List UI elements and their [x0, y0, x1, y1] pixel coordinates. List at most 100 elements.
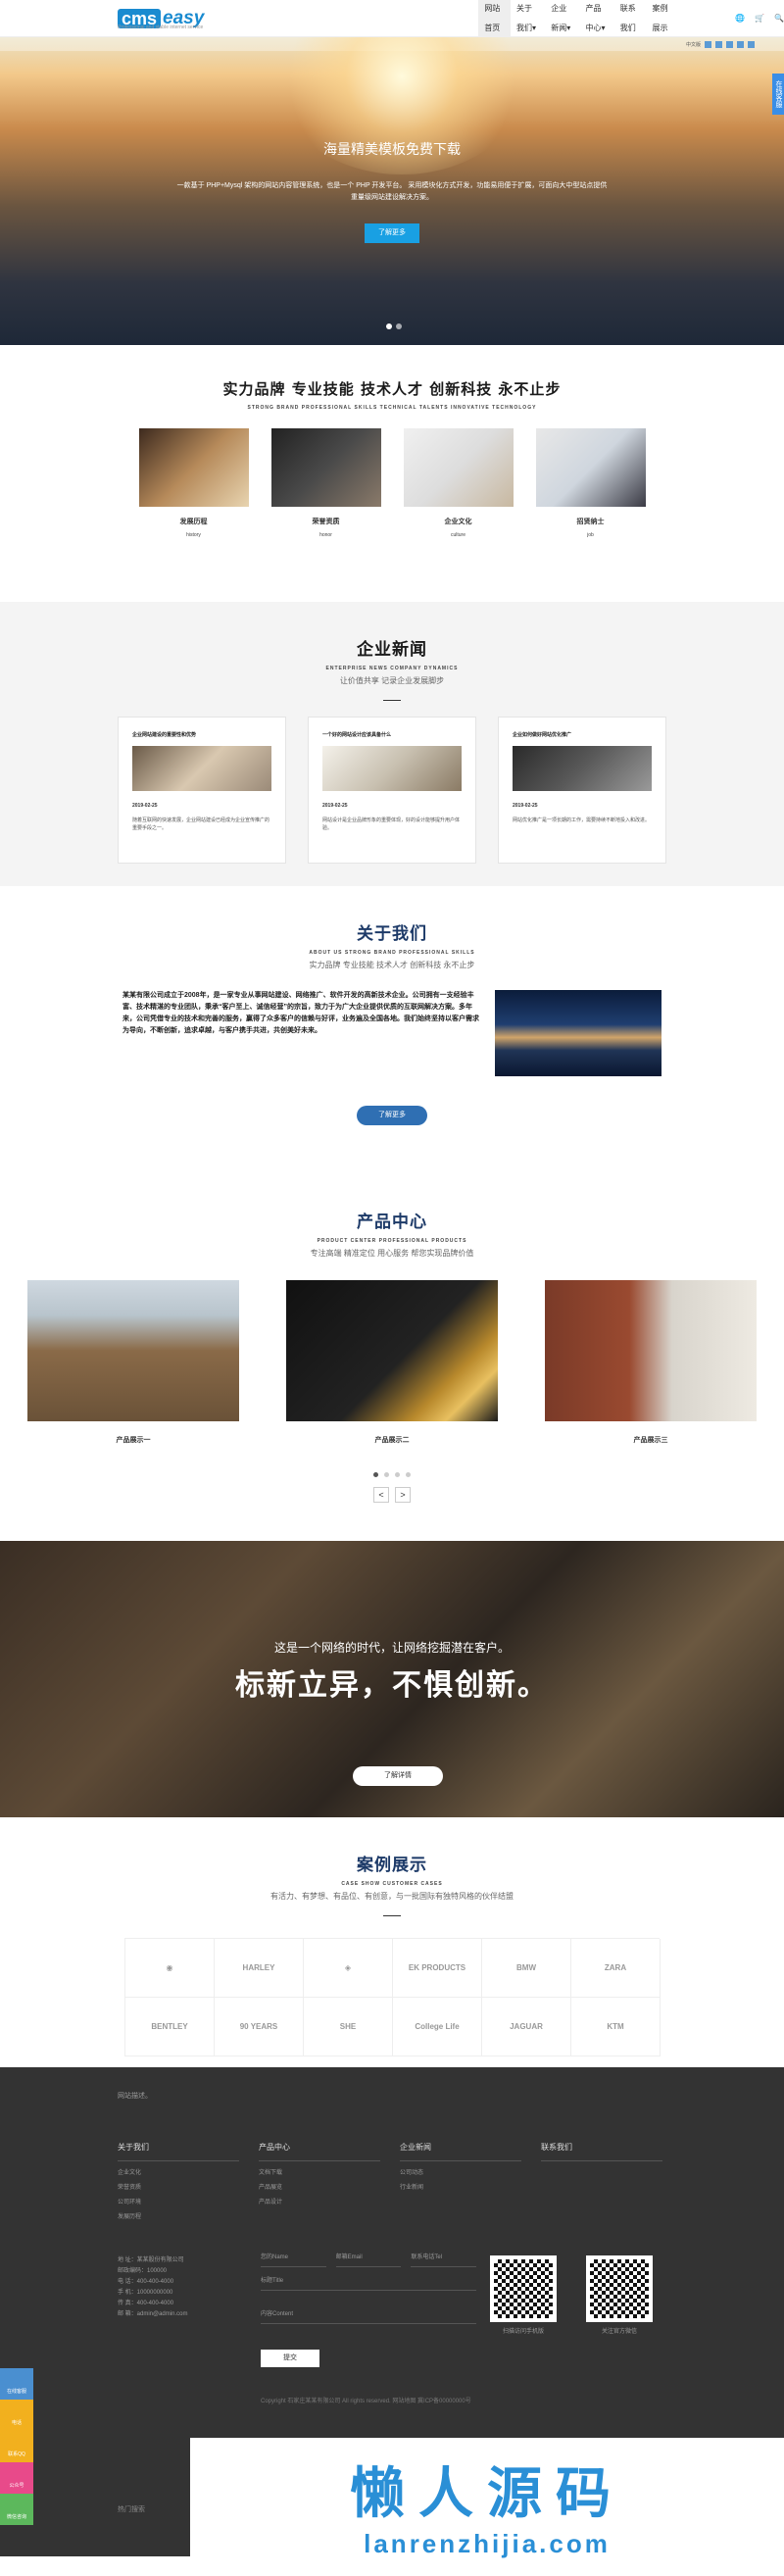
product-card[interactable]: 产品展示二	[286, 1280, 498, 1445]
footer-col-title[interactable]: 企业新闻	[400, 2142, 521, 2161]
footer-link[interactable]: 公司动态	[400, 2167, 521, 2176]
hero-more-button[interactable]: 了解更多	[365, 223, 419, 243]
public-tab[interactable]: 公众号	[0, 2462, 33, 2494]
section-title: 关于我们	[357, 924, 427, 944]
section-sub: 专注高端 精准定位 用心服务 帮您实现品牌价值	[310, 1249, 474, 1258]
card-en: history	[186, 532, 201, 538]
news-title: 一个好的网站设计应该具备什么	[322, 732, 392, 738]
case-logo[interactable]: College Life	[393, 1998, 482, 2056]
content-field[interactable]: 内容Content	[261, 2291, 476, 2324]
case-logo[interactable]: ◉	[125, 1939, 215, 1998]
title-field[interactable]: 标题Title	[261, 2267, 476, 2291]
card-culture[interactable]: 企业文化 culture	[403, 428, 514, 538]
footer-link[interactable]: 文档下载	[259, 2167, 380, 2176]
cases-section: 案例展示 CASE SHOW CUSTOMER CASES 有活力、有梦想、有品…	[0, 1817, 784, 2067]
search-icon[interactable]: 🔍	[774, 14, 784, 23]
phone-tab[interactable]: 电话	[0, 2400, 33, 2431]
card-title: 招贤纳士	[576, 519, 605, 525]
section-en: ENTERPRISE NEWS COMPANY DYNAMICS	[325, 666, 459, 671]
footer-col: 企业新闻公司动态行业新闻	[400, 2142, 521, 2220]
section-en: ABOUT US STRONG BRAND PROFESSIONAL SKILL…	[309, 950, 475, 956]
product-card[interactable]: 产品展示三	[545, 1280, 757, 1445]
footer-link[interactable]: 行业新闻	[400, 2182, 521, 2191]
section-title: 企业新闻	[357, 640, 427, 660]
prev-arrow[interactable]: <	[373, 1487, 389, 1503]
case-logo[interactable]: ◈	[304, 1939, 393, 1998]
case-logos: ◉ HARLEY ◈ EK PRODUCTS BMW ZARA BENTLEY …	[124, 1938, 661, 2056]
news-card[interactable]: 一个好的网站设计应该具备什么 2019-02-25 网站设计是企业品牌形象的重要体现…	[308, 717, 476, 864]
card-history[interactable]: 发展历程 history	[138, 428, 249, 538]
card-en: honor	[319, 532, 332, 538]
globe-icon[interactable]: 🌐	[735, 14, 745, 23]
news-excerpt: 随着互联网的快速发展，企业网站建设已经成为企业宣传推广的重要手段之一。	[132, 817, 270, 831]
slide-dot[interactable]	[396, 323, 402, 329]
section-sub: 让价值共享 记录企业发展脚步	[339, 676, 445, 685]
section-title: 产品中心	[357, 1213, 427, 1232]
qr-caption: 关注官方微信	[601, 2329, 637, 2335]
footer-link[interactable]: 荣誉资质	[118, 2182, 239, 2191]
language-label[interactable]: 中文版	[686, 41, 701, 48]
case-logo[interactable]: BMW	[482, 1939, 571, 1998]
qq-tab[interactable]: 联系QQ	[0, 2431, 33, 2462]
case-logo[interactable]: KTM	[571, 1998, 661, 2056]
footer-link[interactable]: 企业文化	[118, 2167, 239, 2176]
banner-detail-button[interactable]: 了解详情	[353, 1766, 443, 1786]
news-section: 企业新闻 ENTERPRISE NEWS COMPANY DYNAMICS 让价…	[0, 602, 784, 886]
hot-search[interactable]: 热门搜索	[118, 2504, 145, 2514]
contact-line: 邮政编码：100000	[118, 2268, 168, 2274]
cart-icon[interactable]: 🛒	[755, 14, 764, 23]
online-service-tab[interactable]: 在线客服	[772, 74, 784, 115]
product-title: 产品展示三	[633, 1437, 668, 1444]
footer-link[interactable]: 产品展览	[259, 2182, 380, 2191]
menu-home[interactable]: 网站首页	[478, 0, 511, 38]
hero-desc: 一款基于 PHP+Mysql 架构的网站内容管理系统，也是一个 PHP 开发平台…	[176, 182, 608, 201]
footer-col-title[interactable]: 联系我们	[541, 2142, 662, 2161]
about-section: 关于我们 ABOUT US STRONG BRAND PROFESSIONAL …	[0, 886, 784, 1186]
news-date: 2019-02-25	[322, 803, 348, 809]
menu-cases[interactable]: 案例展示	[646, 0, 678, 38]
about-more-button[interactable]: 了解更多	[357, 1106, 427, 1125]
brand-section: 实力品牌 专业技能 技术人才 创新科技 永不止步 STRONG BRAND PR…	[0, 345, 784, 602]
footer-link[interactable]: 发展历程	[118, 2211, 239, 2220]
next-arrow[interactable]: >	[395, 1487, 411, 1503]
section-en: STRONG BRAND PROFESSIONAL SKILLS TECHNIC…	[247, 405, 537, 411]
footer-link[interactable]: 公司环境	[118, 2197, 239, 2205]
name-field[interactable]: 您的Name	[261, 2252, 326, 2267]
card-honor[interactable]: 荣誉资质 honor	[270, 428, 381, 538]
footer-col-title[interactable]: 关于我们	[118, 2142, 239, 2161]
brand-cn: 懒人源码	[350, 2462, 624, 2524]
product-card[interactable]: 产品展示一	[27, 1280, 239, 1445]
service-tab[interactable]: 在线客服	[0, 2368, 33, 2400]
wechat-tab[interactable]: 微信咨询	[0, 2494, 33, 2525]
card-title: 企业文化	[444, 519, 472, 525]
case-logo[interactable]: JAGUAR	[482, 1998, 571, 2056]
email-field[interactable]: 邮箱Email	[335, 2252, 402, 2267]
menu-news[interactable]: 企业新闻▾	[545, 0, 579, 38]
case-logo[interactable]: BENTLEY	[125, 1998, 215, 2056]
section-sub: 实力品牌 专业技能 技术人才 创新科技 永不止步	[309, 961, 475, 969]
tel-field[interactable]: 联系电话Tel	[411, 2252, 477, 2267]
case-logo[interactable]: EK PRODUCTS	[393, 1939, 482, 1998]
case-logo[interactable]: ZARA	[571, 1939, 661, 1998]
nav-icons: 🌐 🛒 🔍	[735, 14, 784, 23]
slide-dot[interactable]	[386, 323, 392, 329]
menu-contact[interactable]: 联系我们	[614, 0, 647, 38]
main-menu: 网站首页 关于我们▾ 企业新闻▾ 产品中心▾ 联系我们 案例展示	[478, 0, 678, 38]
news-card[interactable]: 企业如何做好网站优化推广 2019-02-25 网站优化推广是一项长期的工作，需要持…	[498, 717, 666, 864]
news-excerpt: 网站设计是企业品牌形象的重要体现，好的设计能够提升用户体验。	[322, 817, 461, 831]
menu-about[interactable]: 关于我们▾	[511, 0, 545, 38]
case-logo[interactable]: HARLEY	[215, 1939, 304, 1998]
menu-products[interactable]: 产品中心▾	[580, 0, 614, 38]
products-section: 产品中心 PRODUCT CENTER PROFESSIONAL PRODUCT…	[0, 1186, 784, 1541]
contact-line: 电 话：400-400-4000	[118, 2279, 174, 2285]
card-job[interactable]: 招贤纳士 job	[535, 428, 646, 538]
news-title: 企业网站建设的重要性和优势	[132, 732, 197, 738]
case-logo[interactable]: 90 YEARS	[215, 1998, 304, 2056]
case-logo[interactable]: SHE	[304, 1998, 393, 2056]
qr-mobile: 扫描访问手机版	[490, 2255, 557, 2335]
footer-col-title[interactable]: 产品中心	[259, 2142, 380, 2161]
news-card[interactable]: 企业网站建设的重要性和优势 2019-02-25 随着互联网的快速发展，企业网站建设…	[118, 717, 286, 864]
submit-button[interactable]: 提交	[261, 2350, 319, 2367]
footer-link[interactable]: 产品设计	[259, 2197, 380, 2205]
news-date: 2019-02-25	[132, 803, 158, 809]
